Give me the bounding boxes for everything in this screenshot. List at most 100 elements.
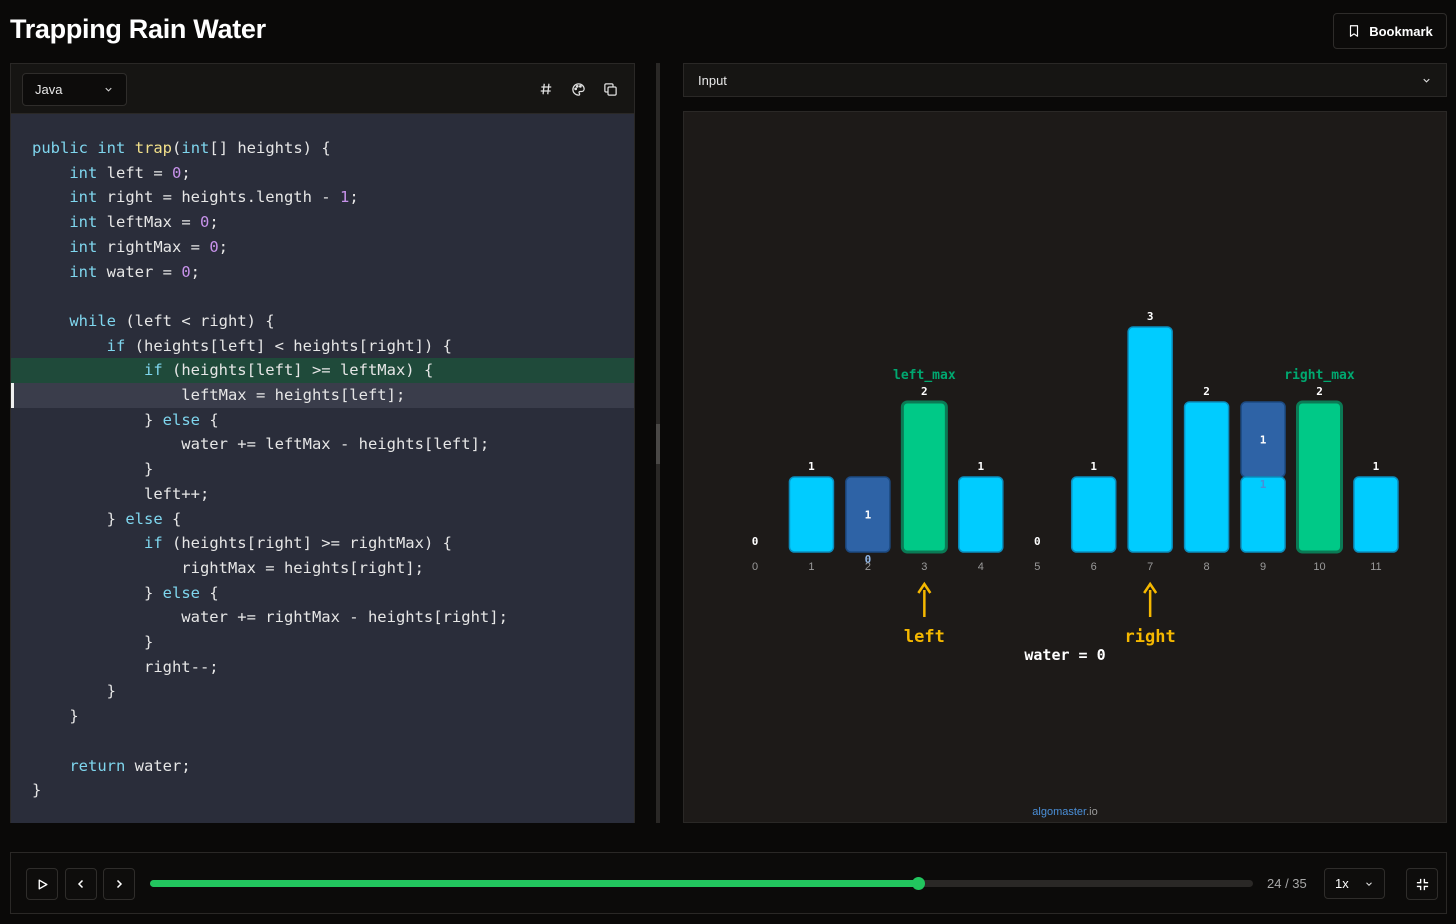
code-line: } else {	[32, 509, 182, 528]
bar-height-label: 1	[1260, 478, 1267, 491]
bar-height-label: 2	[1316, 385, 1323, 398]
visualization-panel: 0 0 1 1 1 0 2 2 3 left_max 1 4 0 5 1 6 3 7 2 8 1 1 9 2 10 right_m…	[683, 111, 1447, 823]
bookmark-label: Bookmark	[1369, 23, 1433, 39]
language-value: Java	[35, 82, 63, 97]
height-bar	[958, 476, 1004, 553]
bar-height-label: 1	[1090, 460, 1097, 473]
code-line: left++;	[32, 484, 210, 503]
input-select[interactable]: Input	[683, 63, 1447, 97]
height-bar	[1127, 326, 1173, 553]
code-line: leftMax = heights[left];	[11, 383, 634, 408]
water-total-label: water = 0	[1024, 646, 1105, 664]
code-toolbar: Java	[11, 64, 634, 114]
code-line: if (heights[left] >= leftMax) {	[11, 358, 634, 383]
water-amount-label: 1	[865, 509, 872, 522]
code-line: water += leftMax - heights[left];	[32, 435, 490, 454]
index-label: 0	[752, 561, 758, 573]
height-bar	[788, 476, 835, 553]
code-line: }	[32, 781, 42, 800]
code-editor[interactable]: public int trap(int[] heights) { int lef…	[11, 115, 634, 823]
index-label: 1	[808, 561, 814, 573]
exit-fullscreen-button[interactable]	[1406, 868, 1438, 900]
next-step-button[interactable]	[103, 868, 135, 900]
bar-chart: 001110223left_max1405163728119210right_m…	[752, 310, 1399, 664]
code-line: }	[32, 460, 154, 479]
chevron-down-icon	[105, 87, 112, 92]
code-line: } else {	[32, 410, 219, 429]
height-bar	[1353, 476, 1399, 553]
resize-handle[interactable]	[656, 424, 660, 464]
bar-height-label: 0	[1034, 535, 1041, 548]
bookmark-button[interactable]: Bookmark	[1333, 13, 1447, 49]
bar-height-label: 1	[808, 460, 815, 473]
code-line: }	[32, 707, 79, 726]
index-label: 10	[1313, 561, 1325, 573]
bar-height-label: 3	[1147, 310, 1154, 323]
code-line: if (heights[right] >= rightMax) {	[143, 534, 452, 553]
water-amount-label: 1	[1260, 434, 1267, 447]
index-label: 6	[1091, 561, 1097, 573]
player-controls: 24 / 35 1x	[10, 852, 1447, 914]
bar-height-label: 1	[977, 460, 984, 473]
pointer-label: right	[1125, 627, 1176, 647]
watermark-part-1: algo	[1032, 806, 1054, 818]
speed-value: 1x	[1335, 876, 1349, 891]
index-label: 2	[865, 561, 871, 573]
max-bar	[900, 400, 948, 554]
pointer-label: left	[904, 627, 945, 647]
minimize-icon	[1416, 878, 1428, 890]
bar-height-label: 2	[1203, 385, 1210, 398]
code-line: }	[32, 682, 116, 701]
code-line: int right = heights.length - 1;	[69, 188, 359, 207]
height-bar	[1070, 476, 1117, 553]
chevron-left-icon	[77, 879, 84, 889]
page-title: Trapping Rain Water	[10, 14, 266, 44]
code-line: public int trap(int[] heights) {	[32, 139, 331, 157]
watermark: algomaster.io	[684, 806, 1446, 818]
chevron-down-icon	[1423, 78, 1430, 83]
speed-select[interactable]: 1x	[1324, 868, 1385, 899]
index-label: 11	[1370, 561, 1381, 573]
code-line: return water;	[69, 756, 191, 775]
chevron-down-icon	[1366, 881, 1372, 886]
bar-height-label: 0	[752, 535, 759, 548]
code-line: water += rightMax - heights[right];	[32, 608, 508, 627]
progress-slider[interactable]	[150, 877, 1253, 890]
max-marker-label: right_max	[1284, 368, 1355, 383]
code-line: right--;	[32, 657, 219, 676]
index-label: 8	[1204, 561, 1210, 573]
index-label: 9	[1260, 561, 1266, 573]
code-line: rightMax = heights[right];	[32, 558, 424, 577]
copy-icon[interactable]	[601, 80, 619, 98]
language-select[interactable]: Java	[22, 73, 127, 106]
chevron-right-icon	[116, 879, 123, 889]
code-line: int left = 0;	[69, 163, 191, 182]
progress-handle[interactable]	[912, 877, 926, 890]
code-line: while (left < right) {	[69, 311, 275, 330]
code-line: } else {	[32, 583, 219, 602]
previous-step-button[interactable]	[65, 868, 97, 900]
palette-icon[interactable]	[569, 80, 587, 98]
play-button[interactable]	[26, 868, 58, 900]
step-counter: 24 / 35	[1267, 876, 1307, 891]
hash-icon[interactable]	[537, 80, 555, 98]
bar-height-label: 1	[1373, 460, 1380, 473]
play-icon	[38, 878, 48, 890]
index-label: 5	[1034, 561, 1040, 573]
code-panel: Java public int trap(int[] heights) { in…	[10, 63, 635, 823]
progress-fill	[150, 880, 919, 887]
max-marker-label: left_max	[893, 368, 956, 383]
code-line: if (heights[left] < heights[right]) {	[106, 336, 452, 355]
index-label: 3	[921, 561, 927, 573]
text-cursor	[11, 383, 14, 408]
code-line: int water = 0;	[69, 262, 201, 281]
watermark-part-3: .io	[1086, 806, 1098, 818]
height-bar	[1183, 401, 1230, 553]
code-line: }	[32, 633, 154, 651]
index-label: 7	[1147, 561, 1153, 573]
code-line: int leftMax = 0;	[69, 213, 219, 232]
bookmark-icon	[1350, 25, 1359, 37]
max-bar	[1296, 400, 1343, 554]
